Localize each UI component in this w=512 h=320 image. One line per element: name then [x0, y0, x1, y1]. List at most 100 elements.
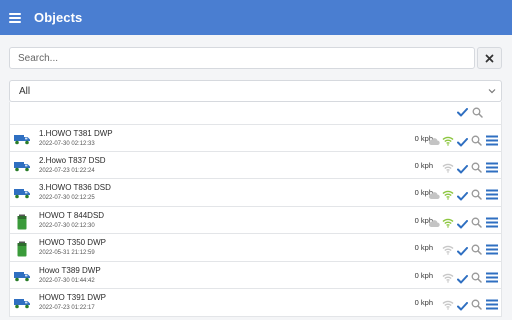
search-icon[interactable] [472, 107, 483, 118]
object-name: 3.HOWO T836 DSD [39, 183, 111, 192]
objects-list: 1.HOWO T381 DWP 2022-07-30 02:12:33 0 kph 2… [9, 124, 502, 317]
cloud-icon [428, 301, 440, 310]
visibility-check-button[interactable] [457, 243, 468, 261]
cloud-icon [428, 138, 440, 145]
hamburger-menu-icon[interactable] [9, 12, 21, 23]
list-toolbar [9, 102, 502, 124]
search-icon [471, 217, 482, 228]
locate-object-button[interactable] [471, 297, 482, 315]
object-row[interactable]: 1.HOWO T381 DWP 2022-07-30 02:12:33 0 kph [9, 124, 502, 152]
locate-object-button[interactable] [471, 215, 482, 233]
visibility-check-button[interactable] [457, 188, 468, 206]
object-menu-button[interactable] [486, 133, 498, 151]
visibility-check-button[interactable] [457, 298, 468, 316]
check-icon [457, 164, 468, 173]
visibility-check-button[interactable] [457, 161, 468, 179]
cloud-icon [428, 219, 440, 227]
signal-icon [442, 190, 454, 200]
visibility-check-button[interactable] [457, 271, 468, 289]
check-icon [457, 247, 468, 256]
details-menu-icon [486, 162, 498, 172]
check-all-icon[interactable] [457, 108, 468, 117]
locate-object-button[interactable] [471, 270, 482, 288]
app-header: Objects [0, 0, 512, 35]
check-icon [457, 219, 468, 228]
locate-object-button[interactable] [471, 187, 482, 205]
visibility-check-button[interactable] [457, 216, 468, 234]
details-menu-icon [486, 244, 498, 255]
cloud-icon [428, 270, 440, 288]
truck-icon [13, 132, 31, 150]
cloud-icon [428, 246, 440, 255]
object-menu-button[interactable] [486, 215, 498, 233]
object-timestamp: 2022-07-30 02:12:33 [39, 141, 95, 147]
search-input[interactable] [10, 48, 474, 69]
check-icon [457, 192, 468, 201]
cloud-icon [428, 160, 440, 178]
truck-icon [14, 189, 30, 199]
cloud-icon [428, 242, 440, 260]
signal-icon [442, 187, 454, 205]
group-filter-value: All [19, 85, 31, 97]
truck-icon [13, 269, 31, 287]
signal-icon [442, 297, 454, 315]
check-icon [457, 302, 468, 311]
cloud-icon [428, 192, 440, 199]
chevron-down-icon [488, 89, 496, 94]
locate-object-button[interactable] [471, 242, 482, 260]
object-name: HOWO T350 DWP [39, 238, 106, 247]
object-name: HOWO T391 DWP [39, 293, 106, 302]
cloud-icon [428, 274, 440, 283]
object-row[interactable]: Howo T389 DWP 2022-07-30 01:44:42 0 kph [9, 261, 502, 289]
locate-object-button[interactable] [471, 133, 482, 151]
group-filter-select[interactable]: All [9, 80, 502, 102]
search-icon [471, 135, 482, 146]
details-menu-icon [486, 217, 498, 227]
object-menu-button[interactable] [486, 242, 498, 260]
object-row[interactable]: HOWO T350 DWP 2022-05-31 21:12:59 0 kph [9, 234, 502, 262]
signal-icon [442, 218, 454, 228]
search-icon [471, 299, 482, 310]
truck-icon [13, 159, 31, 177]
page-title: Objects [34, 10, 83, 25]
signal-icon [442, 300, 454, 310]
battery-icon [17, 241, 27, 257]
truck-icon [14, 135, 30, 145]
search-icon [471, 272, 482, 283]
details-menu-icon [486, 135, 498, 146]
signal-icon [442, 160, 454, 178]
object-name: HOWO T 844DSD [39, 210, 105, 220]
visibility-check-button[interactable] [457, 134, 468, 152]
object-menu-button[interactable] [486, 297, 498, 315]
battery-icon [17, 214, 27, 229]
truck-icon [14, 161, 30, 171]
cloud-icon [428, 187, 440, 205]
cloud-icon [428, 297, 440, 315]
object-row[interactable]: HOWO T 844DSD 2022-07-30 02:12:30 0 kph [9, 206, 502, 235]
search-field[interactable] [9, 47, 475, 69]
object-row[interactable]: 2.Howo T837 DSD 2022-07-23 01:22:24 0 kph [9, 151, 502, 179]
object-timestamp: 2022-07-30 02:12:25 [39, 195, 95, 201]
object-menu-button[interactable] [486, 270, 498, 288]
object-row[interactable]: 3.HOWO T836 DSD 2022-07-30 02:12:25 0 kph [9, 179, 502, 207]
battery-icon [13, 214, 31, 235]
signal-icon [442, 242, 454, 260]
details-menu-icon [486, 189, 498, 200]
check-icon [457, 138, 468, 147]
object-name: Howo T389 DWP [39, 265, 101, 275]
clear-search-button[interactable] [477, 47, 502, 69]
signal-icon [442, 133, 454, 151]
object-row[interactable]: HOWO T391 DWP 2022-07-23 01:22:17 0 kph [9, 289, 502, 317]
signal-icon [442, 136, 454, 146]
object-menu-button[interactable] [486, 187, 498, 205]
object-timestamp: 2022-05-31 21:12:59 [39, 250, 95, 256]
object-menu-button[interactable] [486, 160, 498, 178]
signal-icon [442, 215, 454, 233]
search-icon [471, 162, 482, 173]
details-menu-icon [486, 299, 498, 310]
cloud-icon [428, 215, 440, 233]
details-menu-icon [486, 272, 498, 282]
truck-icon [13, 296, 31, 314]
locate-object-button[interactable] [471, 160, 482, 178]
cloud-icon [428, 133, 440, 151]
